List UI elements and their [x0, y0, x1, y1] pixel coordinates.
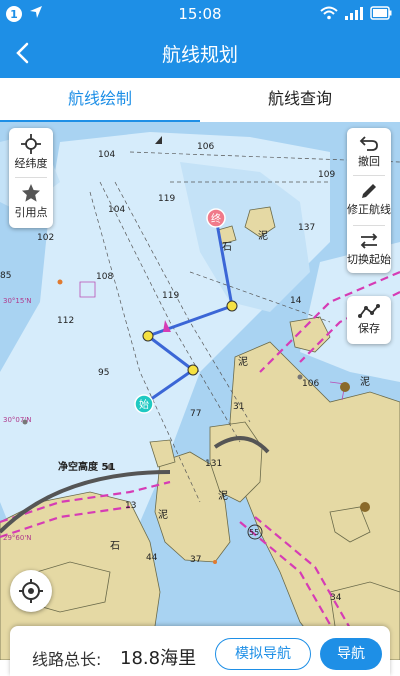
sounding-label: 31 — [233, 402, 244, 412]
sounding-label: 109 — [318, 170, 335, 180]
page-title: 航线规划 — [161, 44, 238, 66]
target-icon — [19, 579, 43, 603]
tab-route-drawing[interactable]: 航线绘制 — [0, 78, 200, 123]
app-bar: 航线规划 — [0, 28, 400, 78]
swap-start-end-label: 切换起始 — [347, 253, 391, 266]
status-bar: 1 15:08 — [0, 0, 400, 28]
sounding-label: 131 — [205, 459, 222, 469]
pencil-icon — [362, 184, 376, 198]
undo-label: 撤回 — [358, 155, 380, 168]
mud-label: 泥 — [158, 508, 168, 521]
tab-bar: 航线绘制 航线查询 — [0, 78, 400, 123]
signal-icon — [344, 6, 364, 24]
sounding-label: 104 — [98, 150, 115, 160]
sounding-label: 106 — [302, 379, 319, 389]
route-summary-card: 线路总长: 18.8海里 模拟导航 导航 — [10, 626, 390, 676]
swap-icon — [360, 233, 378, 249]
left-tool-panel: 经纬度 引用点 — [9, 128, 53, 228]
edit-route-button[interactable]: 修正航线 — [347, 176, 391, 225]
star-icon — [22, 184, 40, 202]
reference-point-tool-button[interactable]: 引用点 — [9, 178, 53, 226]
crosshair-icon — [21, 134, 41, 154]
battery-icon — [370, 6, 392, 24]
latitude-label: 30°15'N — [3, 297, 31, 305]
undo-icon — [359, 136, 378, 151]
clearance-label: 净空高度 51 — [58, 460, 115, 473]
chart-canvas: 104 106 119 104 102 108 119 112 95 77 31… — [0, 132, 400, 660]
sounding-label: 85 — [0, 271, 11, 281]
route-length-value: 18.8海里 — [120, 648, 197, 669]
route-icon — [358, 304, 380, 318]
sounding-label: 104 — [108, 205, 125, 215]
mud-label: 泥 — [360, 375, 370, 388]
sounding-label: 34 — [330, 593, 342, 603]
rock-label: 石 — [222, 242, 232, 253]
sounding-label: 112 — [57, 316, 74, 326]
save-button[interactable]: 保存 — [347, 296, 391, 344]
sounding-label: 119 — [162, 291, 179, 301]
sounding-label: 77 — [190, 409, 201, 419]
latitude-label: 29°60'N — [3, 534, 31, 542]
swap-start-end-button[interactable]: 切换起始 — [347, 226, 391, 275]
latitude-label: 30°07'N — [3, 416, 31, 424]
latlon-tool-button[interactable]: 经纬度 — [9, 128, 53, 177]
mud-label: 泥 — [258, 229, 268, 242]
sounding-label: 137 — [298, 223, 315, 233]
sounding-label: 37 — [190, 555, 201, 565]
reference-point-tool-label: 引用点 — [14, 206, 48, 219]
mud-label: 泥 — [238, 355, 248, 368]
sounding-label: 102 — [37, 233, 54, 243]
undo-button[interactable]: 撤回 — [347, 128, 391, 175]
simulate-navigation-button[interactable]: 模拟导航 — [215, 638, 311, 670]
wifi-icon — [320, 6, 338, 24]
nautical-chart-map[interactable]: 104 106 119 104 102 108 119 112 95 77 31… — [0, 122, 400, 660]
start-marker-label: 始 — [139, 398, 149, 411]
edit-route-label: 修正航线 — [347, 203, 391, 216]
sounding-label: 13 — [125, 501, 136, 511]
latlon-tool-label: 经纬度 — [14, 157, 48, 170]
right-tool-panel: 撤回 修正航线 切换起始 — [347, 128, 391, 273]
end-marker-text: 终 — [211, 212, 221, 225]
buoy-label: 55 — [249, 528, 259, 537]
sounding-label: 14 — [290, 296, 302, 306]
sounding-label: 119 — [158, 194, 175, 204]
mud-label: 泥 — [218, 489, 228, 502]
sounding-label: 95 — [98, 368, 109, 378]
sounding-label: 108 — [96, 272, 113, 282]
sounding-label: 44 — [146, 553, 158, 563]
navigate-button[interactable]: 导航 — [320, 638, 382, 670]
sounding-label: 106 — [197, 142, 214, 152]
rock-label: 石 — [110, 541, 120, 552]
tab-route-query[interactable]: 航线查询 — [200, 78, 400, 122]
save-panel: 保存 — [347, 296, 391, 344]
status-right — [320, 6, 392, 24]
locate-button[interactable] — [10, 570, 52, 612]
save-label: 保存 — [358, 322, 380, 335]
route-length-label: 线路总长: — [32, 650, 102, 669]
